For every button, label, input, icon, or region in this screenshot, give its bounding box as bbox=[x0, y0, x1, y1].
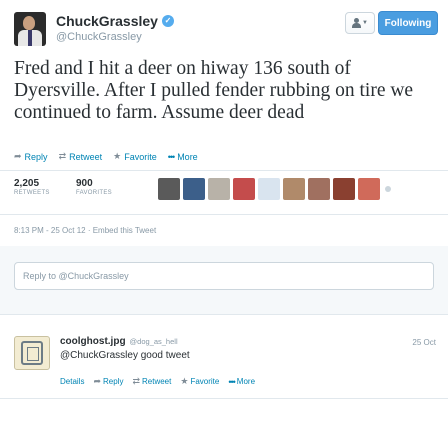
favoriters-avatars bbox=[158, 178, 391, 200]
reply-tweet-actions: Details ➦ Reply ⇄ Retweet ★ Favorite •••… bbox=[60, 376, 255, 387]
retweet-label: Retweet bbox=[69, 151, 103, 162]
embed-tweet-link[interactable]: Embed this Tweet bbox=[93, 226, 156, 235]
user-avatar-thumbnail[interactable] bbox=[358, 178, 380, 200]
tweet-actions: ➦ Reply ⇄ Retweet ★ Favorite ••• More bbox=[14, 151, 198, 162]
reply-tweet[interactable]: coolghost.jpg @dog_as_hell 25 Oct @Chuck… bbox=[0, 326, 448, 396]
favorite-action[interactable]: ★ Favorite bbox=[113, 151, 157, 162]
retweets-count: 2,205 bbox=[14, 178, 40, 189]
user-avatar-thumbnail[interactable] bbox=[158, 178, 180, 200]
tweet-timestamp[interactable]: 8:13 PM - 25 Oct 12 bbox=[14, 226, 86, 235]
verified-badge-icon: ✓ bbox=[161, 15, 174, 27]
author-fullname[interactable]: ChuckGrassley bbox=[56, 13, 158, 29]
reply-icon: ➦ bbox=[14, 151, 22, 161]
author-screenname[interactable]: @ChuckGrassley bbox=[56, 31, 142, 43]
retweets-label: RETWEETS bbox=[14, 190, 50, 196]
tweet-text: Fred and I hit a deer on hiway 136 south… bbox=[14, 58, 414, 123]
favorite-action[interactable]: ★ Favorite bbox=[180, 376, 219, 387]
person-icon bbox=[352, 18, 362, 28]
favorite-label: Favorite bbox=[124, 151, 157, 162]
user-avatar-thumbnail[interactable] bbox=[283, 178, 305, 200]
author-avatar[interactable] bbox=[14, 12, 46, 46]
star-icon: ★ bbox=[180, 376, 189, 386]
favorites-stat[interactable]: 900 FAVORITES bbox=[76, 178, 112, 196]
tweet-meta: 8:13 PM - 25 Oct 12 · Embed this Tweet bbox=[14, 226, 156, 235]
divider bbox=[0, 170, 448, 171]
reply-label: Reply bbox=[24, 151, 48, 162]
reply-action[interactable]: ➦ Reply bbox=[14, 151, 48, 162]
divider bbox=[0, 398, 448, 399]
reply-author-avatar[interactable] bbox=[14, 336, 50, 370]
tweet-stats: 2,205 RETWEETS 900 FAVORITES bbox=[14, 172, 438, 212]
user-avatar-thumbnail[interactable] bbox=[258, 178, 280, 200]
retweet-action[interactable]: ⇄ Retweet bbox=[132, 376, 171, 387]
caret-down-icon: ▼ bbox=[362, 20, 368, 26]
ellipsis-icon: ••• bbox=[167, 151, 176, 162]
reply-input[interactable]: Reply to @ChuckGrassley bbox=[14, 262, 434, 290]
favorites-count: 900 bbox=[76, 178, 93, 189]
more-label: More bbox=[177, 151, 198, 162]
user-avatar-thumbnail[interactable] bbox=[308, 178, 330, 200]
user-avatar-thumbnail[interactable] bbox=[208, 178, 230, 200]
user-avatar-thumbnail[interactable] bbox=[233, 178, 255, 200]
retweet-label: Retweet bbox=[142, 377, 172, 386]
retweets-stat[interactable]: 2,205 RETWEETS bbox=[14, 178, 50, 196]
retweet-icon: ⇄ bbox=[58, 151, 67, 161]
reply-area: Reply to @ChuckGrassley bbox=[0, 246, 448, 314]
more-action[interactable]: ••• More bbox=[168, 152, 198, 162]
user-avatar-thumbnail[interactable] bbox=[333, 178, 355, 200]
reply-date[interactable]: 25 Oct bbox=[412, 338, 436, 347]
favorite-label: Favorite bbox=[190, 377, 220, 386]
author-name-row: ChuckGrassley ✓ bbox=[56, 13, 174, 29]
user-actions-dropdown-button[interactable]: ▼ bbox=[345, 12, 375, 34]
details-action[interactable]: Details bbox=[60, 377, 84, 386]
reply-author-screenname[interactable]: @dog_as_hell bbox=[130, 337, 178, 346]
following-button[interactable]: Following bbox=[378, 11, 438, 35]
tweet-header: ChuckGrassley ✓ @ChuckGrassley ▼ Followi… bbox=[0, 0, 448, 52]
reply-action[interactable]: ➦ Reply bbox=[93, 376, 123, 387]
reply-icon: ➦ bbox=[93, 376, 101, 386]
reply-text: @ChuckGrassley good tweet bbox=[60, 350, 190, 361]
reply-author-name-row: coolghost.jpg @dog_as_hell bbox=[60, 336, 178, 347]
star-icon: ★ bbox=[113, 151, 122, 161]
retweet-action[interactable]: ⇄ Retweet bbox=[59, 151, 103, 162]
details-label: Details bbox=[60, 377, 85, 386]
more-action[interactable]: ••• More bbox=[228, 377, 255, 387]
reply-label: Reply bbox=[103, 377, 124, 386]
divider bbox=[0, 214, 448, 215]
reply-author-fullname[interactable]: coolghost.jpg bbox=[60, 336, 126, 347]
favorites-label: FAVORITES bbox=[76, 190, 112, 196]
more-label: More bbox=[236, 377, 256, 386]
ellipsis-icon: ••• bbox=[228, 376, 236, 387]
user-avatar-thumbnail[interactable] bbox=[183, 178, 205, 200]
divider bbox=[0, 314, 448, 315]
retweet-icon: ⇄ bbox=[132, 376, 140, 386]
more-avatars-icon bbox=[385, 186, 391, 192]
